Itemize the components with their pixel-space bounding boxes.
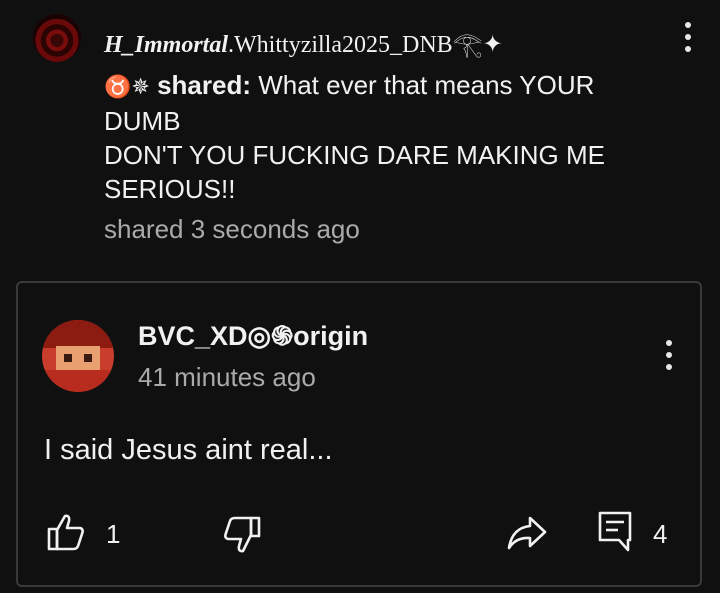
shared-message-line1: What ever that means YOUR <box>250 70 595 100</box>
comment-count: 4 <box>653 519 668 549</box>
shared-message: ♉✵ shared: What ever that means YOUR DUM… <box>104 68 664 206</box>
comment-timestamp: 41 minutes ago <box>138 362 316 392</box>
post-more-menu-icon[interactable] <box>680 22 696 52</box>
shared-timestamp: shared 3 seconds ago <box>104 214 360 244</box>
commenter-avatar[interactable] <box>42 320 114 392</box>
poster-username-italic: H_Immortal <box>104 32 229 58</box>
comment-body: I said Jesus aint real... <box>44 434 333 466</box>
poster-username-rest: .Whittyzilla2025_DNB <box>228 32 453 58</box>
share-icon[interactable] <box>506 514 548 552</box>
poster-avatar[interactable] <box>33 14 81 62</box>
like-count: 1 <box>106 519 121 549</box>
comment-icon[interactable] <box>598 510 634 554</box>
poster-username-symbols: 𓂀✦ <box>452 32 503 58</box>
thumbs-up-icon[interactable] <box>46 512 86 552</box>
commenter-username[interactable]: BVC_XD◎֍origin <box>138 316 368 353</box>
shared-message-line4: SERIOUS!! <box>104 174 236 204</box>
shared-symbols: ♉✵ <box>104 74 150 99</box>
shared-message-line3: DON'T YOU FUCKING DARE MAKING ME <box>104 140 605 170</box>
poster-username[interactable]: H_Immortal.Whittyzilla2025_DNB𓂀✦ <box>104 20 503 60</box>
comment-more-menu-icon[interactable] <box>661 340 677 370</box>
thumbs-down-icon[interactable] <box>222 515 262 555</box>
shared-message-line2: DUMB <box>104 106 181 136</box>
shared-label: shared: <box>157 70 251 100</box>
